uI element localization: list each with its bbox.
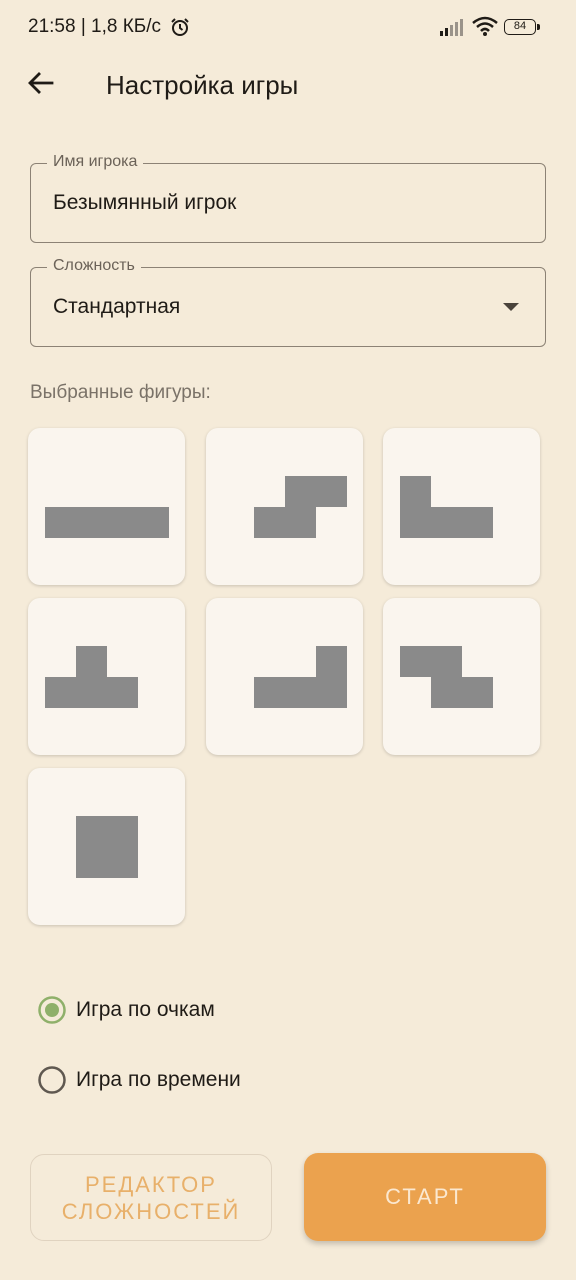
figure-card-s[interactable] [206, 428, 363, 585]
status-time: 21:58 | 1,8 КБ/с [28, 16, 162, 37]
s-piece-icon [254, 476, 347, 538]
battery-level: 84 [504, 19, 536, 35]
player-name-field[interactable]: Имя игрока Безымянный игрок [30, 153, 546, 243]
l-piece-icon [254, 646, 347, 708]
figure-card-t[interactable] [28, 598, 185, 755]
figure-card-z[interactable] [383, 598, 540, 755]
j-piece-icon [400, 476, 493, 538]
start-button[interactable]: СТАРТ [304, 1153, 546, 1241]
i-piece-icon [45, 507, 169, 538]
radio-points-selected[interactable] [38, 996, 66, 1024]
editor-label-line2: СЛОЖНОСТЕЙ [61, 1198, 241, 1224]
editor-label-line1: РЕДАКТОР [85, 1171, 217, 1197]
back-arrow-icon[interactable] [26, 68, 56, 98]
difficulty-value: Стандартная [53, 295, 181, 318]
o-piece-icon [76, 816, 138, 878]
figure-card-l[interactable] [206, 598, 363, 755]
radio-time[interactable] [38, 1066, 66, 1094]
player-name-label: Имя игрока [47, 153, 144, 171]
z-piece-icon [400, 646, 493, 708]
signal-icon [440, 19, 463, 36]
start-label: СТАРТ [385, 1184, 465, 1209]
figure-card-j[interactable] [383, 428, 540, 585]
battery-icon: 84 [504, 19, 542, 37]
difficulty-editor-button[interactable]: РЕДАКТОР СЛОЖНОСТЕЙ [30, 1154, 272, 1241]
wifi-icon [472, 16, 498, 36]
radio-label-points[interactable]: Игра по очкам [76, 998, 215, 1022]
t-piece-icon [45, 646, 138, 708]
figures-label: Выбранные фигуры: [30, 382, 211, 403]
page-title: Настройка игры [106, 70, 299, 100]
difficulty-label: Сложность [47, 257, 141, 275]
figure-card-i[interactable] [28, 428, 185, 585]
alarm-icon [171, 18, 189, 36]
figure-card-o[interactable] [28, 768, 185, 925]
dropdown-arrow-icon [503, 303, 519, 311]
difficulty-dropdown[interactable]: Сложность Стандартная [30, 257, 546, 347]
player-name-value[interactable]: Безымянный игрок [53, 191, 236, 215]
radio-label-time[interactable]: Игра по времени [76, 1068, 241, 1092]
